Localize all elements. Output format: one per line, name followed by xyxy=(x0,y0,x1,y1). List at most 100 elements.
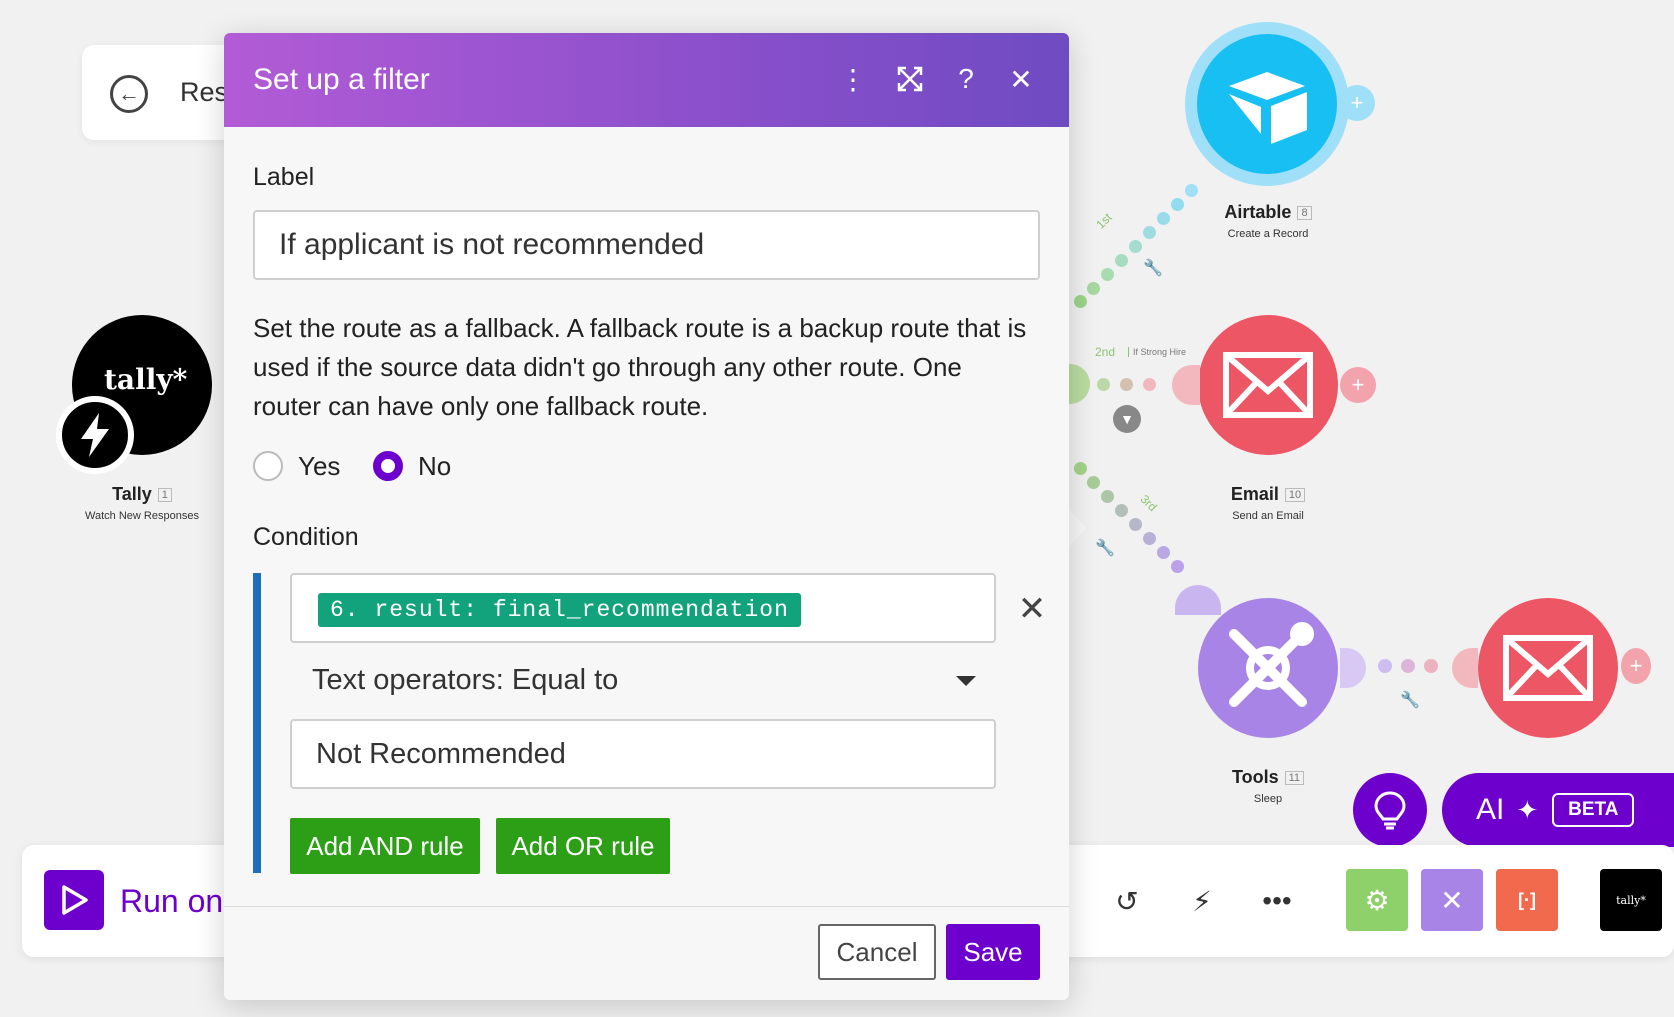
help-button[interactable]: ? xyxy=(946,59,986,99)
route-dot xyxy=(1378,659,1392,673)
auto-align-button[interactable]: ⚡ xyxy=(1180,879,1224,923)
caret-down-icon xyxy=(956,676,976,686)
condition-value-input[interactable]: Not Recommended xyxy=(290,719,996,789)
fallback-description: Set the route as a fallback. A fallback … xyxy=(253,313,1027,421)
dialog-header: Set up a filter ⋮ ? ✕ xyxy=(224,33,1069,127)
back-button[interactable]: ← xyxy=(110,75,148,113)
wrench-icon[interactable]: 🔧 xyxy=(1095,538,1115,558)
tools-input-port xyxy=(1175,585,1221,615)
more-vertical-button[interactable]: ⋮ xyxy=(833,59,873,99)
label-input[interactable]: If applicant is not recommended xyxy=(253,210,1040,280)
tools-button[interactable]: ✕ xyxy=(1421,869,1483,931)
save-button[interactable]: Save xyxy=(946,924,1040,980)
operator-select[interactable]: Text operators: Equal to xyxy=(290,650,996,710)
trigger-bolt-icon xyxy=(56,396,134,474)
tools-module-title: Tools 11 xyxy=(1168,767,1368,788)
airtable-module-subtitle: Create a Record xyxy=(1227,228,1309,240)
route-2-label: 2nd xyxy=(1095,345,1116,359)
route-dot xyxy=(1129,240,1142,253)
add-and-rule-button[interactable]: Add AND rule xyxy=(290,818,480,874)
fallback-no-radio[interactable] xyxy=(373,451,403,481)
add-or-rule-button[interactable]: Add OR rule xyxy=(496,818,670,874)
expand-icon xyxy=(897,66,923,92)
route-dot xyxy=(1185,184,1198,197)
tally-logo: tally* xyxy=(104,363,188,396)
magic-wand-icon: ⚡ xyxy=(1192,885,1212,917)
scenario-canvas: ← Res tally* Tally 1 Watch New Responses … xyxy=(0,0,1674,1017)
remove-condition-button[interactable]: ✕ xyxy=(1014,590,1050,628)
email-module-title: Email 10 xyxy=(1168,484,1368,505)
expand-button[interactable] xyxy=(890,59,930,99)
email-title: Email xyxy=(1230,484,1279,504)
route-dot xyxy=(1120,378,1133,391)
text-parser-button[interactable]: [·] xyxy=(1496,869,1558,931)
fallback-yes-radio[interactable] xyxy=(253,451,283,481)
tools-title: Tools xyxy=(1231,767,1279,787)
tally-module-subtitle: Watch New Responses xyxy=(85,510,199,522)
airtable-module[interactable] xyxy=(1197,34,1337,174)
tools-module[interactable] xyxy=(1198,598,1338,738)
router-output xyxy=(1068,364,1090,404)
cancel-button[interactable]: Cancel xyxy=(818,924,936,980)
add-module-plus-icon[interactable]: + xyxy=(1340,367,1376,403)
tools-wrench-screwdriver-icon xyxy=(1229,622,1314,707)
email-module-2[interactable] xyxy=(1478,598,1618,738)
route-dot xyxy=(1115,254,1128,267)
tools-icon: ✕ xyxy=(1440,884,1464,916)
add-module-plus-icon[interactable]: + xyxy=(1339,85,1375,121)
condition-group-bar xyxy=(253,573,261,873)
filter-setup-dialog: Set up a filter ⋮ ? ✕ Label If applicant… xyxy=(224,33,1069,1000)
envelope-icon xyxy=(1503,635,1593,701)
close-icon: ✕ xyxy=(1009,63,1033,95)
gear-icon: ⚙ xyxy=(1364,884,1390,916)
email-module-subtitle: Send an Email xyxy=(1232,510,1304,522)
email-input-port xyxy=(1172,365,1200,405)
fallback-no-label: No xyxy=(418,451,452,481)
airtable-module-title: Airtable 8 xyxy=(1168,202,1368,223)
arrow-left-icon: ← xyxy=(118,81,140,106)
ai-assistant-button[interactable]: AI ✦ BETA xyxy=(1442,773,1674,847)
mapped-variable-pill[interactable]: 6. result: final_recommendation xyxy=(318,593,801,627)
route-dot xyxy=(1087,476,1100,489)
beta-badge: BETA xyxy=(1552,793,1635,827)
condition-field-input[interactable]: 6. result: final_recommendation xyxy=(290,573,996,643)
modal-pointer xyxy=(1068,508,1086,548)
route-dot xyxy=(1157,546,1170,559)
label-heading: Label xyxy=(253,163,315,191)
route-3-label: 3rd xyxy=(1137,491,1160,515)
route-dot xyxy=(1157,212,1170,225)
lightbulb-icon xyxy=(1374,791,1406,830)
route-2-filter-label: If Strong Hire xyxy=(1128,347,1186,357)
route-dot xyxy=(1097,378,1110,391)
email-module[interactable] xyxy=(1198,315,1338,455)
wrench-icon[interactable]: 🔧 xyxy=(1400,690,1420,710)
close-button[interactable]: ✕ xyxy=(1001,59,1041,99)
tally-module-number: 1 xyxy=(157,488,172,503)
route-dot xyxy=(1171,560,1184,573)
more-horizontal-icon: ••• xyxy=(1262,885,1292,916)
envelope-icon xyxy=(1223,352,1313,418)
run-once-label: Run onc xyxy=(120,883,240,919)
email-module-number: 10 xyxy=(1284,488,1306,503)
undo-button[interactable]: ↺ xyxy=(1105,879,1149,923)
run-once-button[interactable] xyxy=(44,870,104,930)
tally-title: Tally xyxy=(112,484,152,504)
tally-app-button[interactable]: tally* xyxy=(1600,869,1662,931)
more-options-button[interactable]: ••• xyxy=(1255,879,1299,923)
add-module-plus-icon[interactable]: + xyxy=(1621,648,1651,684)
operator-value: Text operators: Equal to xyxy=(312,664,619,696)
sparkle-icon: ✦ xyxy=(1516,794,1539,825)
route-dot xyxy=(1171,198,1184,211)
route-dot xyxy=(1143,378,1156,391)
filter-funnel-icon[interactable]: ▼ xyxy=(1113,405,1141,433)
footer-divider xyxy=(224,906,1069,907)
route-dot xyxy=(1074,462,1087,475)
route-dot xyxy=(1129,518,1142,531)
ai-label: AI xyxy=(1476,793,1505,826)
settings-button[interactable]: ⚙ xyxy=(1346,869,1408,931)
lightbulb-button[interactable] xyxy=(1353,773,1427,847)
airtable-title: Airtable xyxy=(1224,202,1292,222)
undo-icon: ↺ xyxy=(1115,885,1139,917)
wrench-icon[interactable]: 🔧 xyxy=(1143,258,1163,278)
route-dot xyxy=(1143,226,1156,239)
